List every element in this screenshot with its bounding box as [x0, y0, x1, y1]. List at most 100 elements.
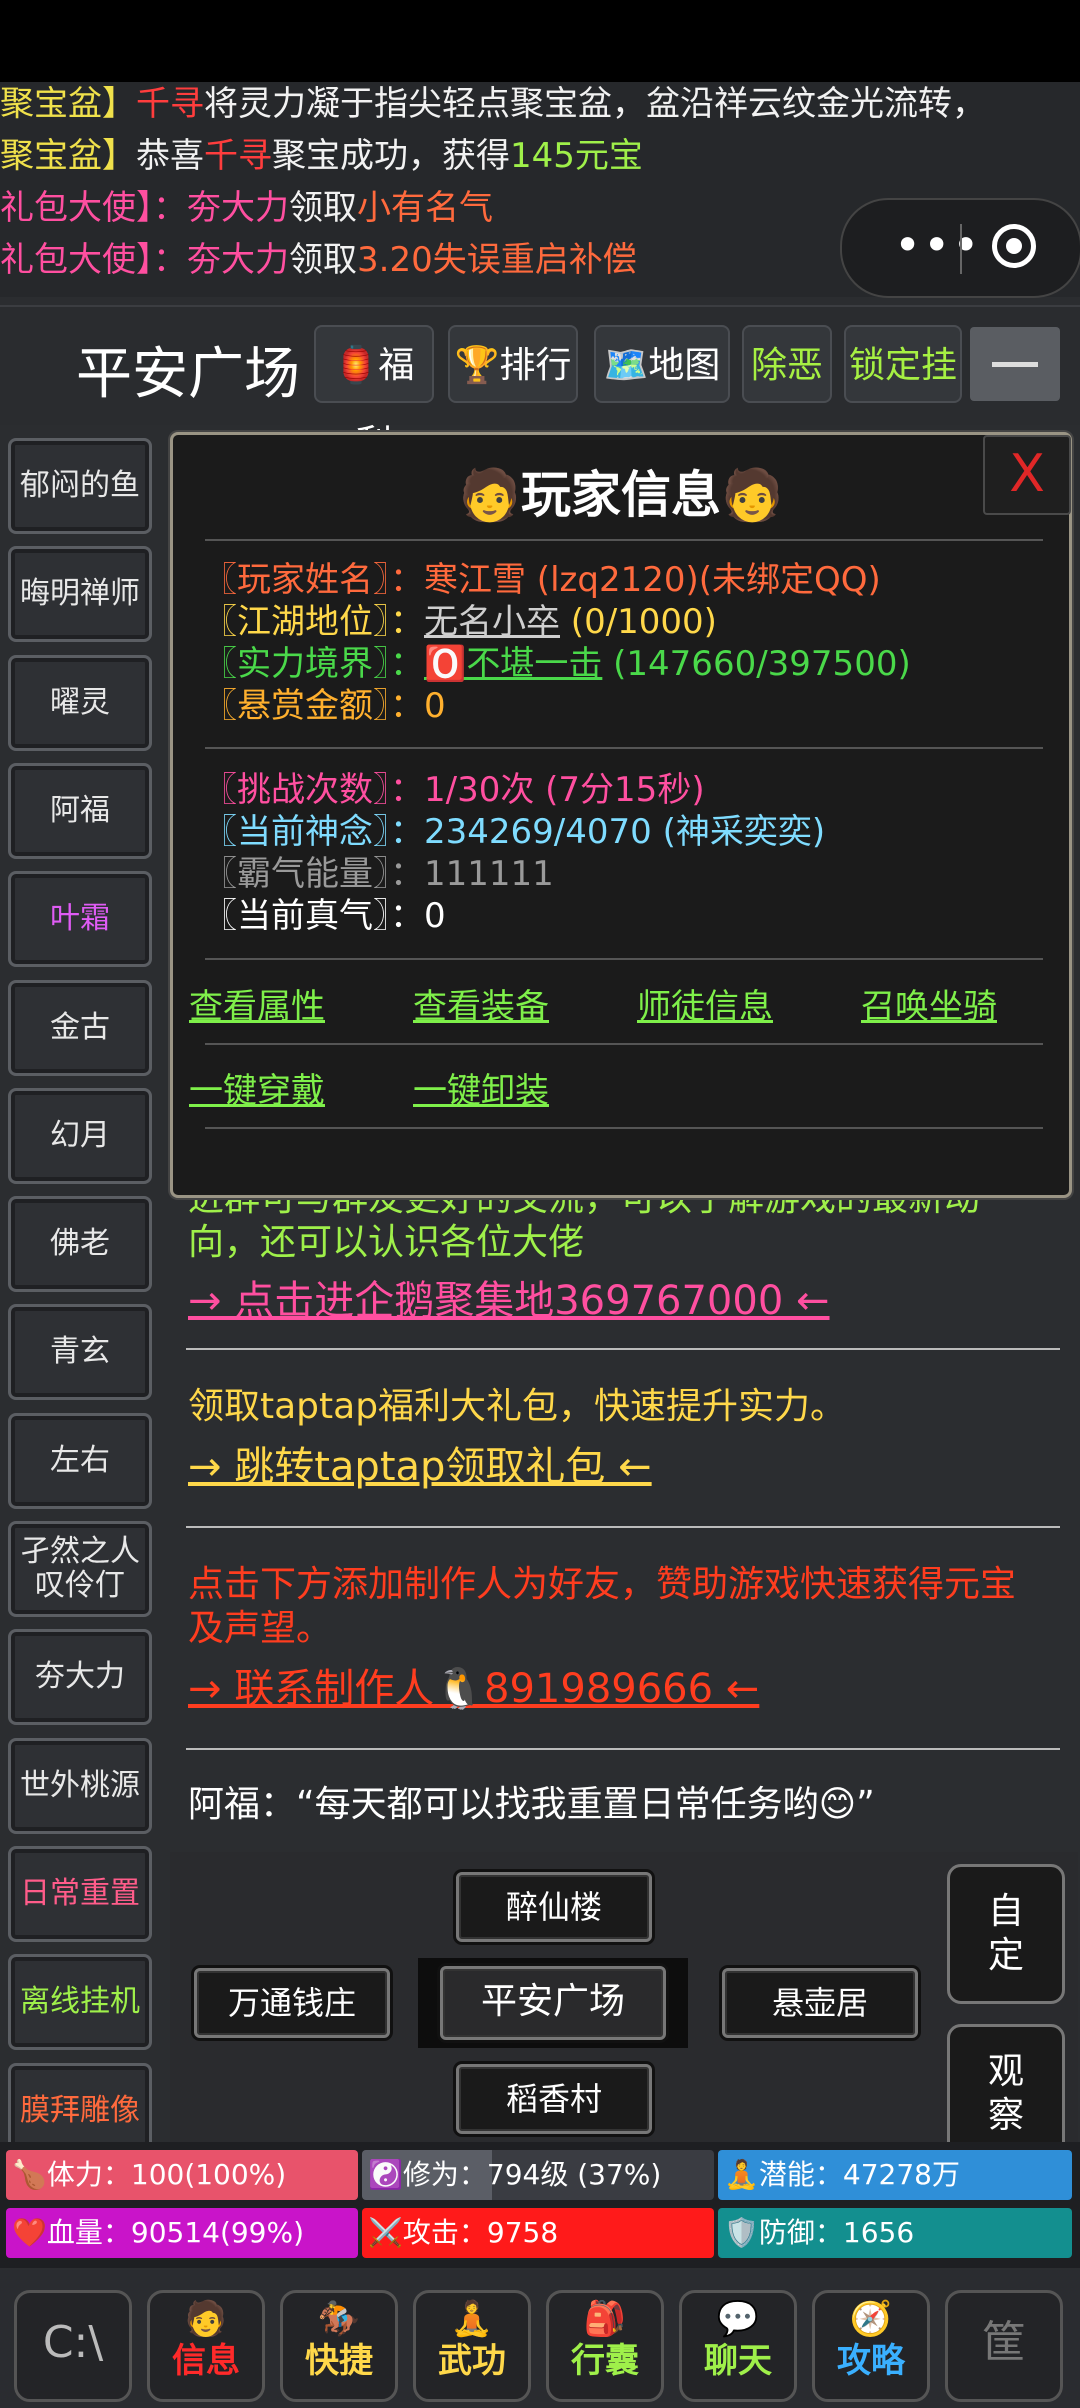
- row-link-value[interactable]: 🅾️不堪一击: [424, 644, 602, 684]
- person-icon: 🧑: [184, 2299, 228, 2339]
- npc-button[interactable]: 孑然之人 叹伶仃: [8, 1521, 152, 1617]
- sponsor-description-line2: 及声望。: [188, 1608, 333, 1649]
- npc-button[interactable]: 幻月: [8, 1088, 152, 1184]
- group-description-line2: 向，还可以认识各位大佬: [188, 1222, 585, 1263]
- stamina-label: 体力：100(100%): [46, 2158, 287, 2191]
- yinyang-icon: ☯️: [368, 2158, 403, 2191]
- info-button[interactable]: 🧑 信息: [147, 2290, 265, 2402]
- shortcut-button[interactable]: 🏇 快捷: [280, 2290, 398, 2402]
- speech-bubble-icon: 💬: [716, 2299, 760, 2339]
- npc-button[interactable]: 金古: [8, 980, 152, 1076]
- chat-segment: 3.20失误重启补偿: [357, 240, 637, 280]
- shield-icon: 🛡️: [724, 2216, 759, 2249]
- view-attributes-link[interactable]: 查看属性: [189, 979, 325, 1028]
- player-info-row: 〖挑战次数〗：1/30次 (7分15秒): [203, 769, 705, 811]
- row-label: 〖江湖地位〗：: [203, 602, 424, 642]
- custom-button[interactable]: 自 定: [947, 1864, 1065, 2004]
- npc-button[interactable]: 叶霜: [8, 871, 152, 967]
- player-info-row: 〖霸气能量〗：111111: [203, 853, 554, 895]
- chat-segment: 恭喜: [136, 136, 204, 176]
- npc-button[interactable]: 青玄: [8, 1304, 152, 1400]
- location-title: 平安广场: [76, 342, 300, 407]
- equip-all-link[interactable]: 一键穿戴: [189, 1063, 325, 1112]
- chat-segment: 聚宝成功，获得: [272, 136, 510, 176]
- unequip-all-link[interactable]: 一键卸装: [413, 1063, 549, 1112]
- npc-button[interactable]: 郁闷的鱼: [8, 438, 152, 534]
- npc-button[interactable]: 夯大力: [8, 1629, 152, 1725]
- row-value: 234269/4070 (神采奕奕): [424, 812, 826, 852]
- dialog-title: 🧑玩家信息🧑: [458, 466, 784, 524]
- row-value: 0: [424, 686, 446, 726]
- ranking-button[interactable]: 🏆排行: [448, 325, 578, 403]
- summon-mount-link[interactable]: 召唤坐骑: [861, 979, 997, 1028]
- divider: [186, 1348, 1060, 1350]
- current-location-button[interactable]: 平安广场: [440, 1966, 666, 2040]
- compass-icon: 🧭: [849, 2299, 893, 2339]
- player-info-dialog: 🧑玩家信息🧑 X 〖玩家姓名〗：寒江雪 (lzq2120)(未绑定QQ) 〖江湖地…: [170, 432, 1072, 1198]
- hp-label: 血量：90514(99%): [46, 2216, 305, 2249]
- row-value: 0: [424, 896, 446, 936]
- npc-button[interactable]: 日常重置: [8, 1846, 152, 1942]
- drumstick-icon: 🍗: [12, 2158, 47, 2191]
- attack-label: 攻击：9758: [402, 2216, 559, 2249]
- npc-button[interactable]: 曜灵: [8, 655, 152, 751]
- close-dialog-button[interactable]: X: [983, 435, 1071, 515]
- more-dots-icon[interactable]: •••: [894, 220, 981, 270]
- meditation-icon: 🧘: [450, 2299, 494, 2339]
- chat-button[interactable]: 💬 聊天: [679, 2290, 797, 2402]
- npc-button[interactable]: 佛老: [8, 1196, 152, 1292]
- collapse-minus-button[interactable]: [970, 327, 1060, 401]
- location-east-button[interactable]: 悬壶居: [722, 1968, 918, 2038]
- nav-label: 行囊: [571, 2341, 639, 2381]
- divider: [205, 539, 1043, 541]
- bamboo-icon: 筐: [982, 2317, 1026, 2368]
- location-west-button[interactable]: 万通钱庄: [194, 1968, 390, 2038]
- chat-segment: 礼包大使】：: [0, 240, 187, 280]
- location-north-button[interactable]: 醉仙楼: [456, 1872, 652, 1942]
- taptap-link[interactable]: → 跳转taptap领取礼包 ←: [188, 1444, 652, 1490]
- close-target-icon[interactable]: [992, 224, 1036, 268]
- divider: [205, 958, 1043, 960]
- row-value: (0/1000): [560, 602, 717, 642]
- chat-segment: 小有名气: [357, 188, 493, 228]
- heart-icon: ❤️: [12, 2216, 47, 2249]
- taptap-description: 领取taptap福利大礼包，快速提升实力。: [188, 1386, 847, 1427]
- npc-button[interactable]: 左右: [8, 1413, 152, 1509]
- miniprogram-capsule: •••: [840, 198, 1080, 298]
- console-button[interactable]: C:\: [14, 2290, 132, 2402]
- nav-label: 攻略: [837, 2341, 905, 2381]
- potential-stat: 🧘潜能：47278万: [718, 2150, 1072, 2200]
- martial-arts-button[interactable]: 🧘 武功: [413, 2290, 531, 2402]
- nav-label: 武功: [438, 2341, 506, 2381]
- npc-button[interactable]: 离线挂机: [8, 1954, 152, 2050]
- inventory-button[interactable]: 🎒 行囊: [546, 2290, 664, 2402]
- chat-segment: 领取: [289, 240, 357, 280]
- npc-button[interactable]: 晦明禅师: [8, 546, 152, 642]
- chat-segment: 千寻: [136, 84, 204, 124]
- row-label: 〖悬赏金额〗：: [203, 686, 424, 726]
- map-button[interactable]: 🗺️地图: [594, 325, 730, 403]
- guide-button[interactable]: 🧭 攻略: [812, 2290, 930, 2402]
- sponsor-description: 点击下方添加制作人为好友，赞助游戏快速获得元宝: [188, 1564, 1017, 1605]
- custom-label: 自 定: [987, 1891, 1024, 1976]
- view-equipment-link[interactable]: 查看装备: [413, 979, 549, 1028]
- qq-group-link[interactable]: → 点击进企鹅聚集地369767000 ←: [188, 1278, 830, 1324]
- chat-segment: 领取: [289, 188, 357, 228]
- misc-button[interactable]: 筐: [945, 2290, 1063, 2402]
- master-disciple-link[interactable]: 师徒信息: [637, 979, 773, 1028]
- chat-segment: 夯大力: [187, 188, 289, 228]
- divider: [186, 1526, 1060, 1528]
- contact-producer-link[interactable]: → 联系制作人🐧891989666 ←: [188, 1666, 759, 1712]
- chat-segment: 将灵力凝于指尖轻点聚宝盆，盆沿祥云纹金光流转，: [204, 84, 986, 124]
- location-south-button[interactable]: 稻香村: [456, 2064, 652, 2134]
- lock-afk-button[interactable]: 锁定挂: [844, 325, 962, 403]
- welfare-button[interactable]: 🏮福利: [314, 325, 434, 464]
- npc-button[interactable]: 阿福: [8, 763, 152, 859]
- swords-icon: ⚔️: [368, 2216, 403, 2249]
- horse-rider-icon: 🏇: [317, 2299, 361, 2339]
- npc-button[interactable]: 世外桃源: [8, 1738, 152, 1834]
- row-link-value[interactable]: 无名小卒: [424, 602, 560, 642]
- divider: [205, 1043, 1043, 1045]
- eliminate-evil-button[interactable]: 除恶: [742, 325, 832, 403]
- chat-line: 礼包大使】：夯大力领取小有名气: [0, 186, 493, 230]
